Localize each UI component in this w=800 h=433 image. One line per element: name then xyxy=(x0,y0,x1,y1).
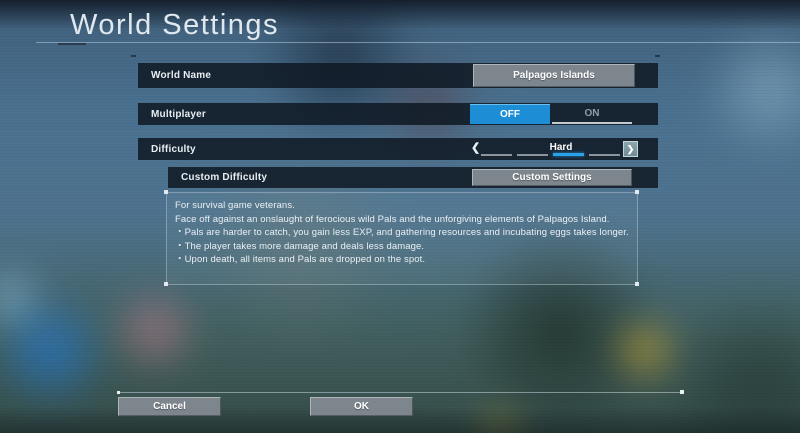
difficulty-slider[interactable] xyxy=(481,152,620,156)
custom-settings-button[interactable]: Custom Settings xyxy=(472,169,632,186)
difficulty-segment-1 xyxy=(481,154,512,156)
difficulty-segment-2 xyxy=(517,154,548,156)
world-settings-screen: World Settings World Name Palpagos Islan… xyxy=(0,0,800,433)
difficulty-next-arrow-button[interactable]: ❯ xyxy=(623,141,638,157)
desc-corner-mark xyxy=(164,190,168,194)
page-title: World Settings xyxy=(70,9,279,42)
desc-corner-mark xyxy=(635,282,639,286)
description-line: ・Upon death, all items and Pals are drop… xyxy=(175,253,629,267)
panel-corner-tick-right xyxy=(655,55,660,57)
difficulty-segment-4 xyxy=(589,154,620,156)
footer-divider-cap-left xyxy=(117,391,120,394)
panel-corner-tick-left xyxy=(131,55,136,57)
difficulty-label: Difficulty xyxy=(138,144,196,155)
title-divider xyxy=(36,42,800,43)
desc-corner-mark xyxy=(635,190,639,194)
difficulty-prev-arrow-icon[interactable]: ❮ xyxy=(471,141,480,154)
setting-row-custom-difficulty: Custom Difficulty Custom Settings xyxy=(168,167,658,188)
description-line: For survival game veterans. xyxy=(175,199,629,213)
cancel-button[interactable]: Cancel xyxy=(118,397,221,416)
multiplayer-off-button[interactable]: OFF xyxy=(470,104,550,124)
setting-row-world-name: World Name Palpagos Islands xyxy=(138,63,658,88)
setting-row-difficulty: Difficulty ❮ Hard ❯ xyxy=(138,138,658,160)
multiplayer-on-button[interactable]: ON xyxy=(552,104,632,124)
footer-divider xyxy=(118,392,683,393)
description-line: Face off against an onslaught of ferocio… xyxy=(175,213,629,227)
title-divider-notch xyxy=(58,43,86,45)
description-line: ・The player takes more damage and deals … xyxy=(175,240,629,254)
custom-difficulty-label: Custom Difficulty xyxy=(168,172,267,183)
world-name-button[interactable]: Palpagos Islands xyxy=(473,64,635,87)
world-name-label: World Name xyxy=(138,70,211,81)
multiplayer-label: Multiplayer xyxy=(138,109,206,120)
difficulty-segment-3-active xyxy=(553,153,584,156)
footer-divider-cap-right xyxy=(680,390,684,394)
desc-corner-mark xyxy=(164,282,168,286)
difficulty-description-box: For survival game veterans. Face off aga… xyxy=(166,192,638,285)
description-line: ・Pals are harder to catch, you gain less… xyxy=(175,226,629,240)
ok-button[interactable]: OK xyxy=(310,397,413,416)
setting-row-multiplayer: Multiplayer OFF ON xyxy=(138,103,658,125)
